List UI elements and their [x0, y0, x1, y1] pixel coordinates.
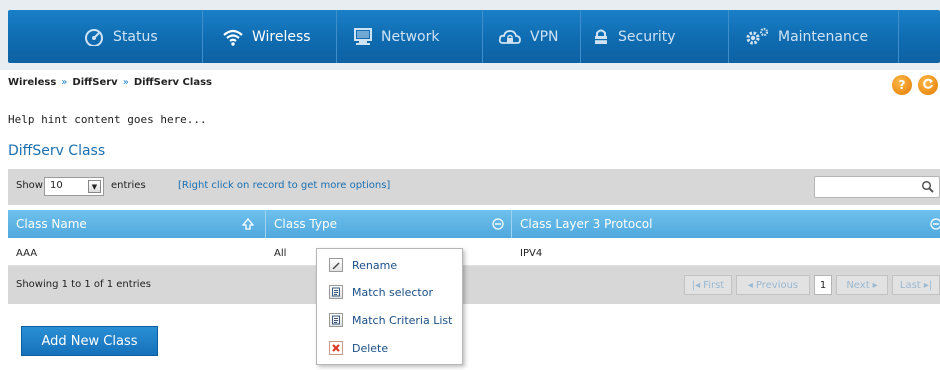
entries-label: entries: [111, 180, 146, 191]
column-header-class-name[interactable]: Class Name: [8, 210, 265, 238]
nav-wireless-label: Wireless: [252, 28, 311, 45]
nav-maintenance-label: Maintenance: [778, 28, 869, 45]
last-page-icon: ▸|: [923, 279, 933, 291]
nav-vpn-label: VPN: [530, 28, 559, 45]
context-menu-match-criteria-list-label: Match Criteria List: [352, 313, 453, 327]
search-input[interactable]: [814, 176, 940, 198]
context-menu-rename[interactable]: Rename: [317, 252, 462, 278]
nav-divider: [580, 10, 581, 63]
gears-icon: [744, 27, 770, 47]
breadcrumb: Wireless » DiffServ » DiffServ Class: [8, 77, 212, 88]
last-page-label: Last: [899, 279, 921, 291]
context-menu-match-criteria-list[interactable]: Match Criteria List: [317, 307, 462, 333]
first-page-label: First: [703, 279, 725, 291]
context-menu-delete-label: Delete: [352, 341, 389, 355]
breadcrumb-diffserv-class: DiffServ Class: [133, 77, 212, 88]
breadcrumb-wireless[interactable]: Wireless: [8, 77, 56, 88]
column-header-class-name-label: Class Name: [16, 217, 87, 231]
first-page-icon: |◂: [691, 279, 701, 291]
column-header-class-type-label: Class Type: [274, 217, 337, 231]
top-navigation: Status Wireless Network VPN Security Mai…: [0, 0, 940, 70]
page-number-button[interactable]: 1: [814, 275, 832, 295]
pencil-icon: [329, 258, 343, 272]
next-page-label: Next: [846, 279, 870, 291]
table-toolbar: Show 10 ▼ entries [Right click on record…: [8, 169, 940, 205]
page-number-label: 1: [819, 279, 827, 291]
last-page-button[interactable]: Last ▸|: [892, 275, 940, 295]
main-menu-bar: Status Wireless Network VPN Security Mai…: [8, 10, 940, 63]
nav-status[interactable]: Status: [83, 10, 158, 63]
column-header-protocol-label: Class Layer 3 Protocol: [520, 217, 653, 231]
nav-vpn[interactable]: VPN: [498, 10, 559, 63]
monitor-icon: [353, 27, 373, 46]
entries-per-page-select[interactable]: 10 ▼: [44, 177, 104, 196]
chevron-down-icon[interactable]: ▼: [88, 180, 101, 193]
cloud-lock-icon: [498, 28, 522, 46]
table-row[interactable]: AAA All IPV4: [8, 240, 940, 266]
breadcrumb-diffserv[interactable]: DiffServ: [72, 77, 117, 88]
previous-page-button[interactable]: ◂ Previous: [736, 275, 810, 295]
next-page-button[interactable]: Next ▸: [836, 275, 888, 295]
refresh-button[interactable]: [918, 75, 938, 95]
nav-network-label: Network: [381, 28, 440, 45]
nav-status-label: Status: [113, 28, 158, 45]
cell-class-name: AAA: [16, 247, 38, 259]
nav-security-label: Security: [618, 28, 676, 45]
sort-ascending-icon[interactable]: [241, 217, 255, 233]
context-menu-rename-label: Rename: [352, 258, 398, 272]
context-menu-hint: [Right click on record to get more optio…: [178, 180, 391, 191]
cell-protocol: IPV4: [520, 247, 543, 259]
nav-divider: [898, 10, 899, 63]
nav-security[interactable]: Security: [592, 10, 676, 63]
add-new-class-button[interactable]: Add New Class: [21, 326, 158, 356]
refresh-icon: [922, 78, 934, 93]
context-menu: Rename Match selector Match Criteria Lis…: [316, 248, 463, 365]
chevron-right-icon: ▸: [872, 279, 878, 291]
breadcrumb-separator: »: [61, 77, 68, 88]
nav-divider: [202, 10, 203, 63]
nav-network[interactable]: Network: [353, 10, 439, 63]
document-icon: [329, 313, 343, 327]
first-page-button[interactable]: |◂ First: [684, 275, 732, 295]
breadcrumb-separator: »: [122, 77, 129, 88]
previous-page-label: Previous: [755, 279, 799, 291]
sort-unsorted-icon[interactable]: [930, 218, 940, 233]
nav-divider: [482, 10, 483, 63]
context-menu-delete[interactable]: Delete: [317, 335, 462, 361]
show-label: Show: [16, 180, 43, 191]
search-icon[interactable]: [921, 180, 935, 197]
entries-per-page-value: 10: [50, 180, 63, 191]
help-button[interactable]: ?: [892, 75, 912, 95]
nav-divider: [336, 10, 337, 63]
entries-info: Showing 1 to 1 of 1 entries: [16, 279, 151, 290]
table-header: Class Name Class Type Class Layer 3 Prot…: [8, 210, 940, 238]
table-footer: Showing 1 to 1 of 1 entries |◂ First ◂ Pre…: [8, 266, 940, 304]
document-icon: [329, 285, 343, 299]
speedometer-icon: [83, 28, 105, 46]
nav-divider: [728, 10, 729, 63]
column-header-class-type[interactable]: Class Type: [266, 210, 511, 238]
context-menu-match-selector[interactable]: Match selector: [317, 279, 462, 305]
lock-icon: [592, 28, 610, 46]
wifi-icon: [222, 28, 244, 46]
nav-wireless[interactable]: Wireless: [222, 10, 311, 63]
page-title: DiffServ Class: [8, 143, 106, 159]
help-icon: ?: [898, 78, 906, 92]
nav-maintenance[interactable]: Maintenance: [744, 10, 868, 63]
delete-x-icon: [329, 341, 343, 355]
column-header-protocol[interactable]: Class Layer 3 Protocol: [512, 210, 940, 238]
help-hint-text: Help hint content goes here...: [8, 113, 207, 126]
chevron-left-icon: ◂: [747, 279, 753, 291]
context-menu-match-selector-label: Match selector: [352, 285, 433, 299]
sort-unsorted-icon[interactable]: [492, 218, 504, 233]
